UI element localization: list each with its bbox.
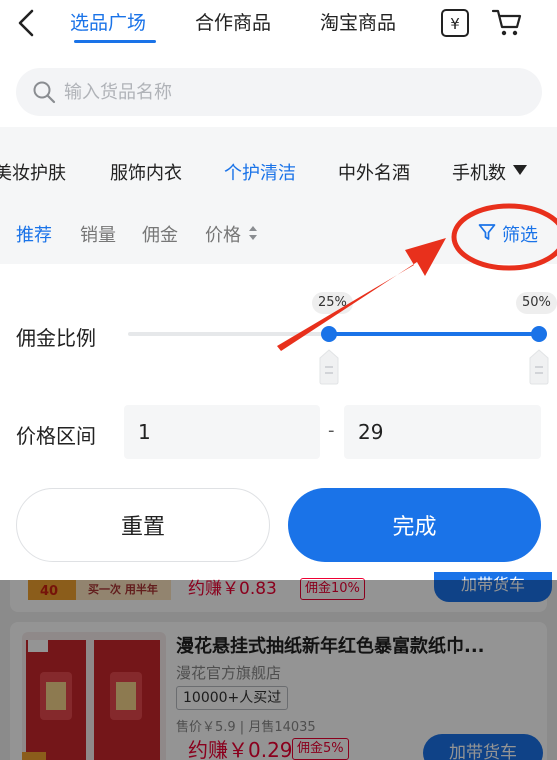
search-icon — [33, 81, 56, 104]
add-to-cart-button[interactable]: 加带货车 — [434, 572, 552, 602]
sort-recommended[interactable]: 推荐 — [16, 221, 52, 247]
category-item-beauty[interactable]: 美妆护肤 — [0, 159, 66, 185]
product-list: 40 买一次 用半年 约赚￥0.83 佣金10% 加带货车 漫花悬挂式抽纸新年红… — [0, 572, 557, 760]
price-separator: - — [328, 420, 335, 441]
earn-estimate: 约赚￥0.83 — [188, 579, 277, 599]
slider-handle-icon[interactable] — [319, 349, 339, 385]
tab-taobao-products[interactable]: 淘宝商品 — [320, 8, 396, 35]
promo-badge-text: 买一次 用半年 — [88, 583, 158, 596]
price-max-field[interactable] — [344, 405, 541, 459]
product-card[interactable]: 40 买一次 用半年 约赚￥0.83 佣金10% 加带货车 — [10, 572, 552, 612]
price-monthly-sales: 售价￥5.9 | 月售14035 — [176, 720, 316, 735]
commission-max-knob[interactable] — [531, 326, 547, 342]
category-sort-band: 美妆护肤 服饰内衣 个护清洁 中外名酒 手机数 推荐 销量 佣金 价格 筛选 — [0, 127, 557, 264]
yen-icon[interactable]: ¥ — [440, 8, 470, 38]
cart-icon[interactable] — [490, 6, 524, 38]
sort-commission[interactable]: 佣金 — [142, 221, 178, 247]
filter-icon[interactable] — [478, 223, 496, 241]
search-bar[interactable] — [16, 68, 542, 116]
sold-count-tag: 10000+人买过 — [176, 686, 289, 710]
sort-sales[interactable]: 销量 — [80, 221, 116, 247]
shop-name[interactable]: 漫花官方旗舰店 — [176, 662, 281, 683]
category-item-digital[interactable]: 手机数 — [452, 159, 506, 185]
price-range-label: 价格区间 — [16, 424, 96, 448]
triangle-down-icon[interactable] — [512, 163, 528, 177]
commission-ratio-label: 佣金比例 — [16, 326, 96, 350]
commission-max-tooltip: 50% — [516, 292, 557, 314]
category-item-liquor[interactable]: 中外名酒 — [338, 159, 410, 185]
add-to-cart-button[interactable]: 加带货车 — [423, 734, 543, 760]
price-max-input[interactable] — [344, 405, 541, 459]
commission-tag: 佣金10% — [300, 578, 365, 600]
category-item-apparel[interactable]: 服饰内衣 — [110, 159, 182, 185]
product-card[interactable]: 漫花悬挂式抽纸新年红色暴富款纸巾... 漫花官方旗舰店 10000+人买过 售价… — [10, 622, 547, 760]
sort-price[interactable]: 价格 — [205, 221, 241, 247]
category-item-personal-care[interactable]: 个护清洁 — [224, 159, 296, 185]
search-input[interactable] — [64, 68, 524, 116]
back-icon[interactable] — [14, 8, 40, 38]
svg-text:¥: ¥ — [450, 15, 460, 33]
product-thumbnail — [22, 632, 166, 760]
earn-estimate: 约赚￥0.29 — [188, 738, 293, 760]
commission-min-knob[interactable] — [321, 326, 337, 342]
reset-button[interactable]: 重置 — [16, 488, 270, 562]
top-header: 选品广场 合作商品 淘宝商品 ¥ — [0, 0, 557, 50]
product-title[interactable]: 漫花悬挂式抽纸新年红色暴富款纸巾... — [176, 632, 540, 658]
category-strip: 美妆护肤 服饰内衣 个护清洁 中外名酒 手机数 — [0, 127, 530, 207]
price-min-field[interactable] — [124, 405, 320, 459]
tab-product-square[interactable]: 选品广场 — [70, 8, 146, 35]
tab-underline — [74, 40, 156, 43]
price-min-input[interactable] — [124, 405, 320, 459]
commission-min-tooltip: 25% — [312, 292, 353, 314]
svg-text:40: 40 — [40, 584, 58, 599]
sort-arrows-icon — [249, 226, 257, 240]
tab-cooperation-products[interactable]: 合作商品 — [195, 8, 271, 35]
commission-tag: 佣金5% — [292, 738, 349, 760]
slider-handle-icon[interactable] — [529, 349, 549, 385]
done-button[interactable]: 完成 — [288, 488, 541, 562]
filter-panel: 佣金比例 25% 50% 价格区间 - 重置 完成 — [0, 264, 557, 580]
commission-slider-fill — [329, 332, 539, 336]
filter-button[interactable]: 筛选 — [502, 221, 538, 247]
